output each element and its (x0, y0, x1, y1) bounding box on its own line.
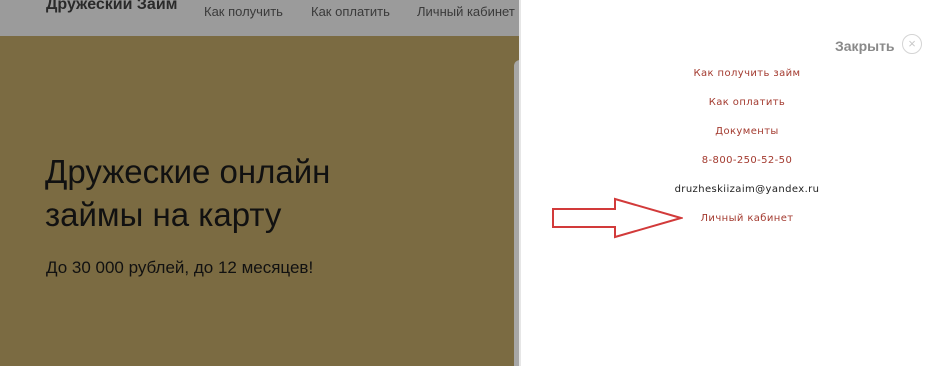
nav-link-how-to-get[interactable]: Как получить (204, 4, 283, 19)
mobile-menu-panel: Закрыть × Как получить займ Как оплатить… (521, 0, 942, 366)
menu-item-how-to-pay[interactable]: Как оплатить (521, 96, 942, 125)
close-menu-label[interactable]: Закрыть (835, 38, 895, 54)
nav-link-account[interactable]: Личный кабинет (417, 4, 515, 19)
annotation-arrow-shape (552, 197, 683, 239)
site-header: Дружеский Займ Как получить Как оплатить… (0, 0, 521, 36)
nav-link-how-to-pay[interactable]: Как оплатить (311, 4, 390, 19)
annotation-arrow-icon (552, 197, 683, 239)
hero-subtitle: До 30 000 рублей, до 12 месяцев! (46, 258, 314, 277)
hero-title-line1: Дружеские онлайн (45, 153, 331, 190)
background-page: Дружеский Займ Как получить Как оплатить… (0, 0, 521, 366)
close-icon[interactable]: × (902, 34, 922, 54)
menu-item-how-to-get-loan[interactable]: Как получить займ (521, 67, 942, 96)
site-brand[interactable]: Дружеский Займ (46, 0, 178, 14)
hero-title: Дружеские онлайн займы на карту (45, 150, 465, 236)
menu-item-documents[interactable]: Документы (521, 125, 942, 154)
hero-title-line2: займы на карту (45, 196, 282, 233)
menu-item-phone[interactable]: 8-800-250-52-50 (521, 154, 942, 183)
